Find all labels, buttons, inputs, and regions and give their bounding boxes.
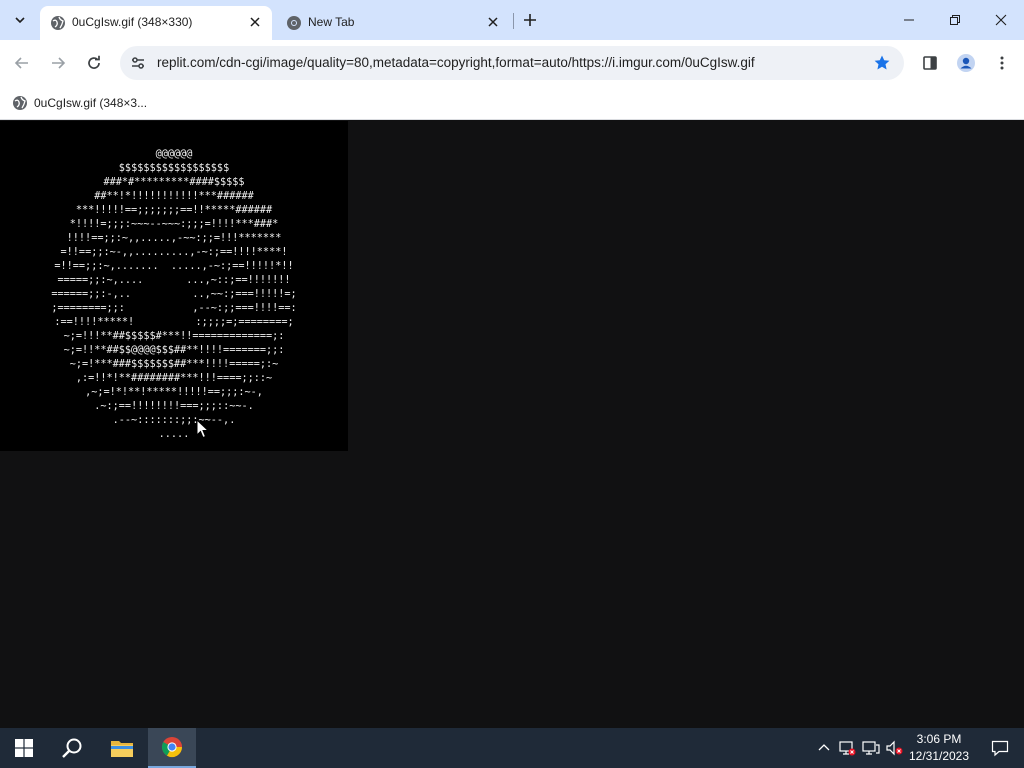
- ascii-art-image: @@@@@@ $$$$$$$$$$$$$$$$$$ ###*#*********…: [51, 149, 297, 440]
- browser-toolbar: replit.com/cdn-cgi/image/quality=80,meta…: [0, 40, 1024, 86]
- reload-icon: [88, 55, 100, 69]
- tune-icon: [132, 57, 144, 69]
- url-text[interactable]: replit.com/cdn-cgi/image/quality=80,meta…: [157, 55, 755, 71]
- mouse-cursor-icon: [196, 419, 210, 439]
- close-window-button[interactable]: [978, 0, 1024, 40]
- restore-icon: [950, 15, 960, 25]
- minimize-icon: [904, 19, 914, 21]
- forward-button[interactable]: [44, 49, 72, 77]
- new-tab-button[interactable]: [518, 8, 542, 32]
- tab-title: New Tab: [308, 15, 355, 29]
- chrome-icon: [161, 737, 183, 758]
- minimize-button[interactable]: [886, 0, 932, 40]
- monitor-icon: [862, 741, 880, 755]
- arrow-right-icon: [52, 57, 66, 69]
- bookmark-label: 0uCgIsw.gif (348×3...: [34, 96, 148, 110]
- site-info-button[interactable]: [126, 51, 150, 75]
- side-panel-icon: [923, 56, 937, 70]
- notification-icon: [991, 740, 1009, 757]
- start-button[interactable]: [0, 728, 48, 768]
- taskbar: 3:06 PM 12/31/2023: [0, 728, 1024, 768]
- bookmark-item[interactable]: 0uCgIsw.gif (348×3...: [8, 92, 147, 114]
- more-vertical-icon: [1000, 56, 1004, 70]
- close-icon: [995, 14, 1007, 26]
- tab-gif[interactable]: 0uCgIsw.gif (348×330): [40, 6, 272, 40]
- restore-button[interactable]: [932, 0, 978, 40]
- plus-icon: [524, 14, 536, 26]
- tab-separator: [513, 13, 514, 29]
- network-tray-button[interactable]: [837, 738, 857, 758]
- profile-icon: [957, 54, 975, 72]
- bookmark-star-button[interactable]: [872, 53, 892, 73]
- page-viewport: @@@@@@ $$$$$$$$$$$$$$$$$$ ###*#*********…: [0, 121, 1024, 728]
- reload-button[interactable]: [80, 49, 108, 77]
- tab-search-button[interactable]: [8, 8, 32, 32]
- volume-tray-button[interactable]: [884, 738, 904, 758]
- chevron-up-icon: [818, 744, 830, 751]
- address-bar[interactable]: replit.com/cdn-cgi/image/quality=80,meta…: [120, 46, 904, 80]
- back-button[interactable]: [8, 49, 36, 77]
- side-panel-button[interactable]: [916, 49, 944, 77]
- gif-image[interactable]: @@@@@@ $$$$$$$$$$$$$$$$$$ ###*#*********…: [0, 121, 348, 451]
- bookmarks-bar: 0uCgIsw.gif (348×3...: [0, 86, 1024, 120]
- globe-icon: [51, 16, 65, 30]
- taskbar-search-button[interactable]: [48, 728, 96, 768]
- menu-button[interactable]: [988, 49, 1016, 77]
- tab-strip: 0uCgIsw.gif (348×330) New Tab: [0, 0, 1024, 40]
- close-tab-icon[interactable]: [484, 13, 502, 31]
- tab-title: 0uCgIsw.gif (348×330): [72, 15, 193, 29]
- display-tray-button[interactable]: [861, 738, 881, 758]
- close-tab-icon[interactable]: [246, 13, 264, 31]
- file-explorer-button[interactable]: [98, 728, 146, 768]
- tab-new-tab[interactable]: New Tab: [276, 6, 510, 40]
- star-filled-icon: [874, 55, 890, 70]
- profile-button[interactable]: [952, 49, 980, 77]
- system-clock[interactable]: 3:06 PM 12/31/2023: [906, 731, 972, 765]
- show-hidden-icons-button[interactable]: [814, 738, 834, 758]
- chrome-icon: [287, 16, 301, 30]
- volume-muted-icon: [886, 740, 903, 756]
- network-warning-icon: [839, 741, 856, 756]
- clock-time: 3:06 PM: [916, 732, 962, 746]
- file-explorer-icon: [111, 741, 133, 757]
- search-icon: [62, 738, 82, 758]
- chevron-down-icon: [15, 17, 25, 24]
- arrow-left-icon: [14, 57, 28, 69]
- globe-icon: [13, 96, 27, 110]
- start-icon: [15, 739, 33, 757]
- chrome-taskbar-button[interactable]: [148, 728, 196, 768]
- notification-center-button[interactable]: [976, 728, 1024, 768]
- clock-date: 12/31/2023: [908, 749, 970, 763]
